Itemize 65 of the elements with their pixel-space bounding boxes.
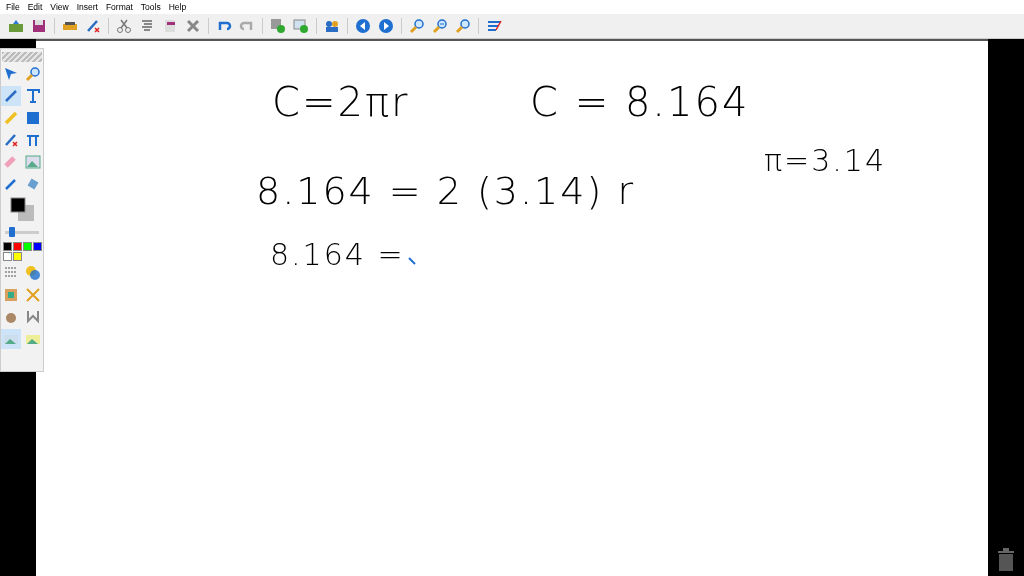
handwritten-text: C = 8.164 [530,79,750,125]
back-button[interactable] [353,16,373,36]
menu-item[interactable]: Format [103,2,139,12]
palette-grip[interactable] [2,52,42,62]
color-picker-icon[interactable] [9,196,35,222]
handwritten-text: C=2πr [272,79,410,125]
zoom-out-button[interactable] [430,16,450,36]
pointer-icon [3,66,19,82]
zoom-in-button[interactable] [407,16,427,36]
image-icon [25,154,41,170]
color-swatch[interactable] [2,242,12,251]
folder-icon [8,18,24,34]
add-image-icon [293,18,309,34]
highlighter-icon [3,110,19,126]
handwritten-text: π=3.14 [764,143,886,178]
pen-delete-icon [85,18,101,34]
add-page-button[interactable] [268,16,288,36]
pen-cursor-icon [408,257,416,265]
magnifier-icon [25,66,41,82]
menu-item[interactable]: View [48,2,75,12]
whiteboard-canvas[interactable]: C=2πr C = 8.164 π=3.14 8.164 = 2 (3.14) r 8.164 = [36,39,988,576]
trash-icon[interactable] [996,546,1016,572]
zoom-button[interactable] [453,16,473,36]
handwritten-text: 8.164 = [270,237,405,272]
tool-button[interactable] [23,152,43,172]
close-icon [185,18,201,34]
back-icon [355,18,371,34]
add-image-button[interactable] [291,16,311,36]
shapes-icon [25,265,41,281]
people-icon [324,18,340,34]
magnifier-icon [455,18,471,34]
menu-item[interactable]: File [4,2,26,12]
zoom-out-icon [432,18,448,34]
tool-button[interactable] [23,64,43,84]
forward-icon [378,18,394,34]
scissors-icon [116,18,132,34]
tool-button[interactable] [23,263,43,283]
square-icon [25,110,41,126]
color-swatch[interactable] [32,242,42,251]
tool-button[interactable] [1,86,21,106]
mode-button[interactable] [1,329,21,349]
screen-shade-icon [486,18,502,34]
menu-item[interactable]: Help [166,2,193,12]
add-page-icon [270,18,286,34]
pen-delete-icon [3,132,19,148]
copy-icon [139,18,155,34]
menu-item[interactable]: Tools [138,2,167,12]
handwritten-text: 8.164 = 2 (3.14) r [256,169,635,213]
crossed-tools-icon [25,287,41,303]
frame-icon [3,287,19,303]
color-swatch[interactable] [22,242,32,251]
menu-item[interactable]: Insert [74,2,104,12]
color-swatch[interactable] [12,252,22,261]
menu-item[interactable]: Edit [25,2,49,12]
text-tool-icon [25,88,41,104]
paste-icon [162,18,178,34]
forward-button[interactable] [376,16,396,36]
pi-icon [25,132,41,148]
color-swatch[interactable] [2,252,12,261]
zoom-in-icon [409,18,425,34]
save-icon [31,18,47,34]
color-swatch[interactable] [12,242,22,251]
eraser-icon [3,154,19,170]
eyedropper-icon [3,176,19,192]
pen-icon [3,88,19,104]
